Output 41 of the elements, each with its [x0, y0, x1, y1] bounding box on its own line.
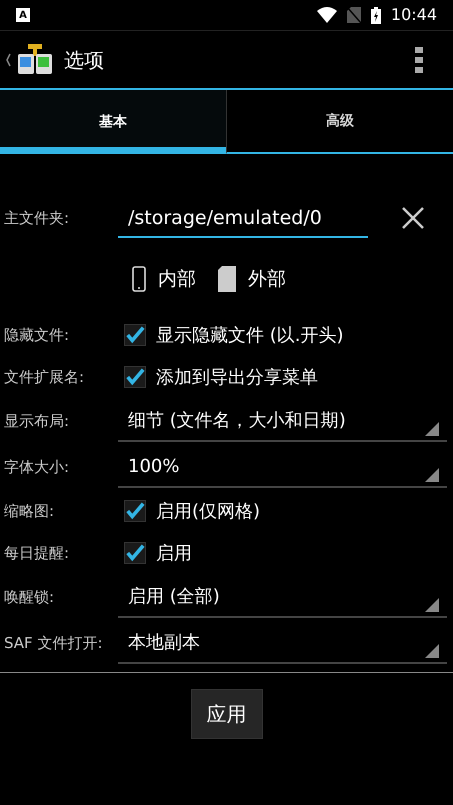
dropdown[interactable]: 本地副本 [118, 622, 447, 664]
field-label: 字体大小: [3, 456, 70, 478]
field-label: SAF 文件打开: [3, 632, 104, 654]
storage-option[interactable]: 外部 [218, 264, 286, 294]
checkbox-label: 显示隐藏文件 (以.开头) [156, 324, 344, 348]
clock: 10:44 [390, 4, 437, 26]
field-label: 缩略图: [3, 500, 56, 522]
folder-path-field[interactable]: /storage/emulated/0 [118, 198, 368, 238]
notification-icon: A [16, 8, 30, 22]
checkbox[interactable] [124, 324, 146, 346]
checkbox-label: 启用(仅网格) [156, 500, 260, 524]
no-sim-icon [346, 7, 361, 23]
checkbox[interactable] [124, 366, 146, 388]
apply-button[interactable]: 应用 [190, 689, 262, 739]
field-label: 唤醒锁: [3, 586, 56, 608]
tab[interactable]: 基本 [0, 90, 226, 154]
dropdown[interactable]: 100% [118, 446, 447, 488]
overflow-menu-icon[interactable] [415, 46, 423, 72]
field-label: 每日提醒: [3, 542, 70, 564]
sd-card-icon [218, 266, 236, 292]
checkbox[interactable] [124, 500, 146, 522]
dropdown-arrow-icon [425, 598, 439, 612]
screen-title: 选项 [64, 46, 104, 74]
phone-icon [132, 266, 146, 292]
checkbox[interactable] [124, 542, 146, 564]
dropdown-arrow-icon [425, 644, 439, 658]
close-icon[interactable] [402, 207, 424, 229]
dropdown[interactable]: 细节 (文件名，大小和日期) [118, 400, 447, 442]
battery-charging-icon [370, 6, 381, 24]
checkbox-label: 启用 [156, 542, 192, 566]
storage-option[interactable]: 内部 [132, 264, 196, 294]
wifi-icon [316, 7, 337, 23]
dropdown-arrow-icon [425, 468, 439, 482]
tab[interactable]: 高级 [226, 90, 453, 154]
field-label: 文件扩展名: [3, 366, 86, 388]
dropdown-arrow-icon [425, 422, 439, 436]
checkbox-label: 添加到导出分享菜单 [156, 366, 318, 390]
field-label: 主文件夹: [3, 208, 70, 229]
dropdown[interactable]: 启用 (全部) [118, 576, 447, 618]
field-label: 隐藏文件: [3, 324, 70, 346]
field-label: 显示布局: [3, 410, 70, 432]
